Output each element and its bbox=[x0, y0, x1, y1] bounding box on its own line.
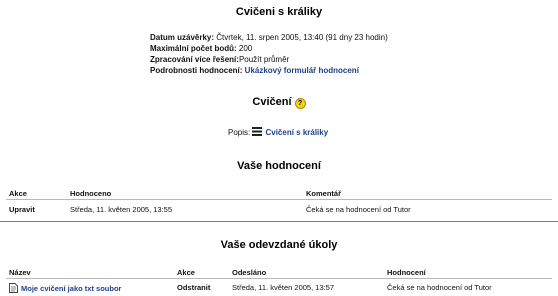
submission-file-link[interactable]: Moje cvičení jako txt soubor bbox=[21, 284, 121, 293]
submission-date: Středa, 11. květen 2005, 13:57 bbox=[232, 283, 335, 292]
grades-col-grade: Hodnoceno bbox=[70, 189, 112, 198]
info-deadline: Datum uzávěrky: Čtvrtek, 11. srpen 2005,… bbox=[150, 33, 388, 42]
max-points-value: 200 bbox=[236, 44, 253, 53]
grade-date: Středa, 11. květen 2005, 13:55 bbox=[70, 205, 173, 214]
grading-form-link[interactable]: Ukázkový formulář hodnocení bbox=[245, 66, 359, 75]
list-icon bbox=[252, 127, 263, 138]
submissions-col-grade: Hodnocení bbox=[387, 268, 426, 277]
submission-grade: Čeká se na hodnocení od Tutor bbox=[387, 283, 492, 292]
exercise-description-link[interactable]: Cvičení s králiky bbox=[265, 128, 328, 137]
submissions-col-sent: Odesláno bbox=[232, 268, 267, 277]
max-points-label: Maximální počet bodů: bbox=[150, 44, 237, 53]
info-max-points: Maximální počet bodů: 200 bbox=[150, 44, 252, 53]
grading-details-label: Podrobnosti hodnocení: bbox=[150, 66, 243, 75]
grade-comment: Čeká se na hodnocení od Tutor bbox=[306, 205, 411, 214]
multi-submissions-value: Použít průměr bbox=[238, 55, 290, 64]
grades-col-comment: Komentář bbox=[306, 189, 342, 198]
info-multi-submissions: Zpracování více řešení:Použít průměr bbox=[150, 55, 289, 64]
delete-submission-link[interactable]: Odstranit bbox=[177, 283, 210, 292]
submission-name: Moje cvičení jako txt soubor bbox=[9, 283, 121, 295]
submissions-col-name: Název bbox=[9, 268, 31, 277]
question-mark-icon[interactable]: ? bbox=[294, 98, 306, 109]
edit-grade-link[interactable]: Upravit bbox=[9, 205, 35, 214]
description-label: Popis: bbox=[228, 128, 251, 137]
multi-submissions-label: Zpracování více řešení: bbox=[150, 55, 239, 64]
section-divider bbox=[0, 221, 558, 222]
grades-header-rule bbox=[6, 199, 552, 200]
grades-col-action: Akce bbox=[9, 189, 27, 198]
exercise-heading: Cvičení? bbox=[0, 96, 558, 109]
exercise-description: Popis: Cvičení s králiky bbox=[228, 127, 328, 138]
info-grading-details: Podrobnosti hodnocení: Ukázkový formulář… bbox=[150, 66, 359, 75]
deadline-label: Datum uzávěrky: bbox=[150, 33, 215, 42]
text-file-icon bbox=[9, 283, 18, 295]
exercise-title: Cvičení bbox=[252, 96, 292, 108]
submissions-header-rule bbox=[6, 278, 552, 279]
submissions-col-action: Akce bbox=[177, 268, 195, 277]
submissions-title: Vaše odevzdané úkoly bbox=[220, 239, 338, 251]
assignment-title: Cvičeni s králiky bbox=[235, 6, 323, 18]
deadline-value: Čtvrtek, 11. srpen 2005, 13:40 (91 dny 2… bbox=[214, 33, 388, 42]
grades-title: Vaše hodnocení bbox=[237, 160, 321, 172]
